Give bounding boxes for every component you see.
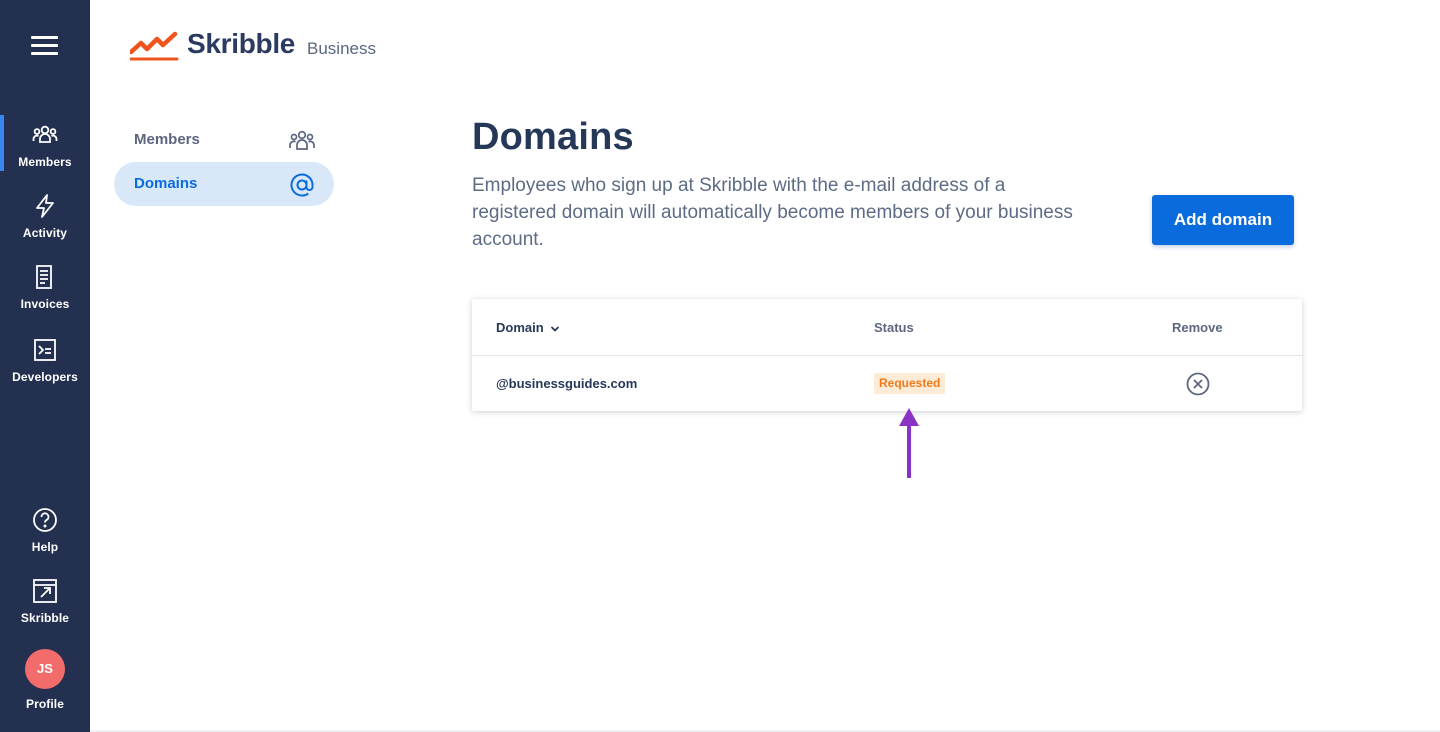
divider: [472, 355, 1302, 356]
members-icon: [32, 125, 58, 143]
sidebar-item-label: Profile: [25, 697, 65, 711]
sidebar-item-label: Skribble: [20, 611, 70, 625]
subnav-item-label: Domains: [134, 175, 198, 192]
annotation-arrow-icon: [899, 408, 919, 478]
sidebar-item-label: Help: [31, 540, 59, 554]
sidebar-item-label: Developers: [12, 370, 78, 384]
invoice-icon: [36, 265, 52, 289]
sidebar-item-skribble[interactable]: Skribble: [0, 578, 90, 625]
subnav-item-domains[interactable]: Domains: [114, 162, 334, 206]
skribble-logo-icon: [130, 31, 179, 61]
subnav-item-members[interactable]: Members: [114, 118, 334, 162]
remove-icon[interactable]: [1186, 372, 1210, 396]
sidebar-item-label: Invoices: [20, 297, 70, 311]
main-sidebar: Members Activity Invoices Developers Hel…: [0, 0, 90, 732]
members-icon: [289, 130, 315, 150]
add-domain-button[interactable]: Add domain: [1152, 195, 1294, 245]
sidebar-item-activity[interactable]: Activity: [0, 193, 90, 240]
brand-name: Skribble: [187, 28, 296, 59]
brand-suffix: Business: [307, 39, 376, 58]
chevron-down-icon: [550, 326, 559, 331]
domain-cell: @businessguides.com: [496, 376, 638, 391]
column-header-remove: Remove: [1172, 320, 1223, 335]
terminal-icon: [34, 339, 56, 361]
lightning-icon: [36, 194, 54, 218]
page-title: Domains: [472, 116, 634, 158]
menu-icon[interactable]: [31, 34, 59, 56]
column-header-domain[interactable]: Domain: [496, 320, 560, 335]
domains-table: Domain Status Remove @businessguides.com…: [472, 299, 1302, 411]
column-header-label: Domain: [496, 320, 544, 335]
avatar: JS: [25, 649, 65, 689]
sidebar-item-developers[interactable]: Developers: [0, 337, 90, 384]
help-icon: [33, 508, 57, 532]
sidebar-item-help[interactable]: Help: [0, 507, 90, 554]
subnav-item-label: Members: [134, 131, 200, 148]
at-icon: [290, 173, 314, 197]
sidebar-item-invoices[interactable]: Invoices: [0, 264, 90, 311]
page-description: Employees who sign up at Skribble with t…: [472, 175, 1073, 250]
external-link-icon: [33, 579, 57, 603]
sidebar-item-label: Members: [18, 155, 72, 169]
column-header-status: Status: [874, 320, 914, 335]
sidebar-item-members[interactable]: Members: [0, 115, 90, 171]
status-badge: Requested: [874, 373, 946, 394]
sidebar-item-label: Activity: [22, 226, 68, 240]
sidebar-item-profile[interactable]: JS Profile: [0, 649, 90, 711]
